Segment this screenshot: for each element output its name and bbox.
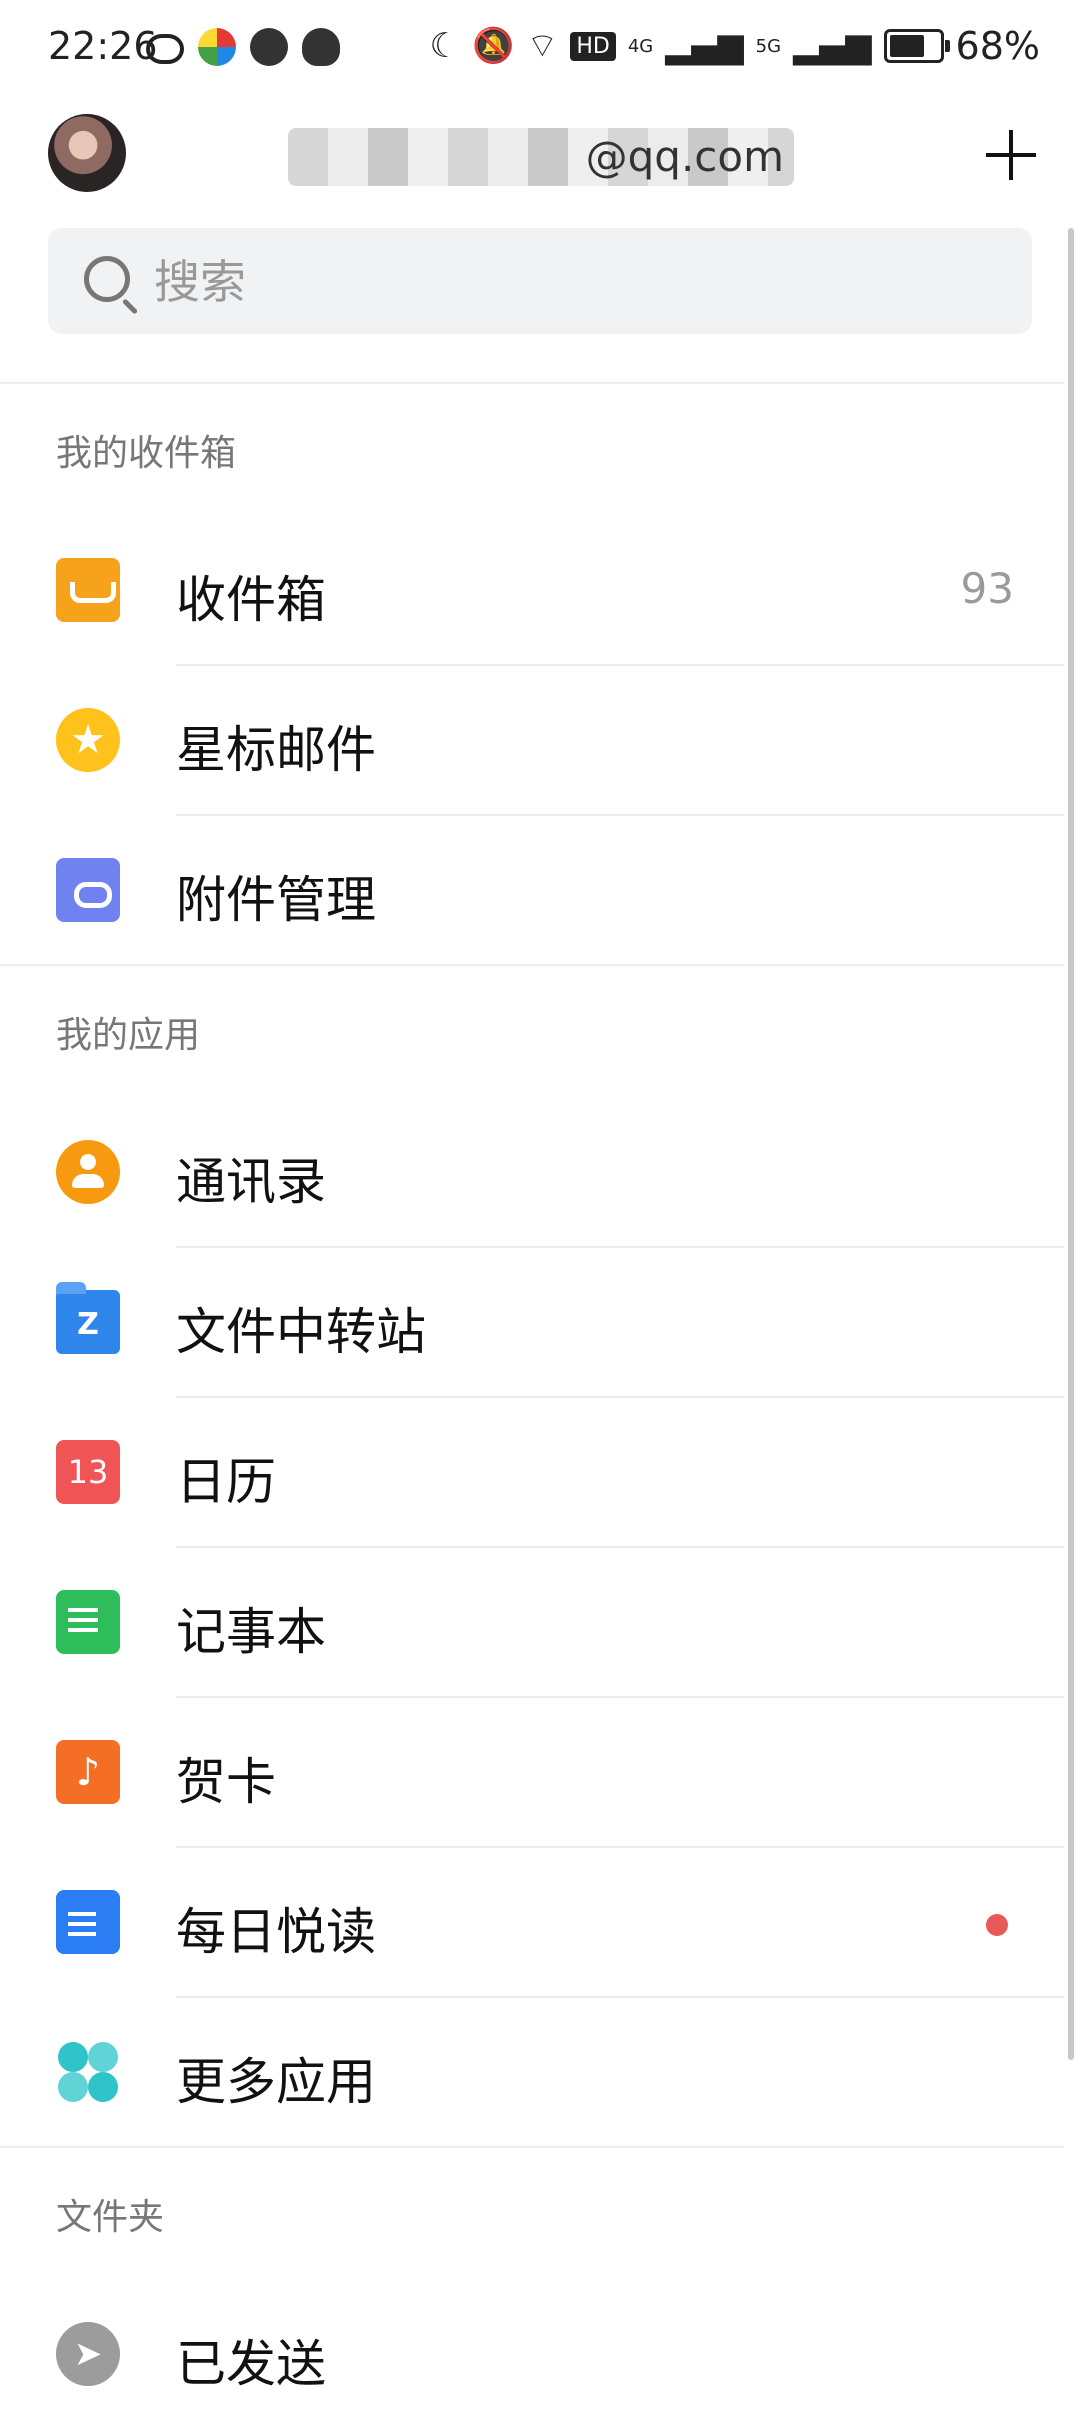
network-4g: 4G	[627, 35, 654, 57]
list-item-more-apps[interactable]: 更多应用	[0, 1998, 1064, 2148]
avatar[interactable]	[48, 114, 126, 192]
eye-icon	[146, 34, 184, 64]
signal-icon: ▂▄▆	[665, 26, 744, 66]
list-item-label: 通讯录	[176, 1153, 326, 1211]
search-input[interactable]	[152, 228, 956, 336]
status-bar: 22:26 ☾ 🔕 ⌔ HD 4G ▂▄▆ 5G ▂▄▆ 68%	[0, 0, 1080, 98]
mute-icon: 🔕	[472, 26, 515, 66]
account-email[interactable]: @qq.com	[288, 128, 794, 186]
list-item-contacts[interactable]: 通讯录	[0, 1098, 1064, 1248]
qq-icon	[302, 28, 340, 66]
status-right: ☾ 🔕 ⌔ HD 4G ▂▄▆ 5G ▂▄▆ 68%	[430, 24, 1040, 68]
wechat-icon	[250, 28, 288, 66]
list-item-calendar[interactable]: 13 日历	[0, 1398, 1064, 1548]
app-icon	[198, 28, 236, 66]
list-item-starred[interactable]: ★ 星标邮件	[0, 666, 1064, 816]
status-time: 22:26	[48, 24, 158, 68]
daily-reading-icon	[56, 1890, 120, 1954]
list-item-label: 贺卡	[176, 1753, 276, 1811]
list-item-label: 每日悦读	[176, 1903, 376, 1961]
account-header: @qq.com	[0, 110, 1080, 210]
list-item-inbox[interactable]: 收件箱 93	[0, 516, 1064, 666]
hd-badge: HD	[570, 31, 616, 61]
moon-icon: ☾	[429, 26, 461, 66]
unread-dot	[986, 1914, 1008, 1936]
file-transfer-icon: Z	[56, 1282, 120, 1354]
list-item-label: 日历	[176, 1453, 276, 1511]
list-item-label: 记事本	[176, 1603, 326, 1661]
star-icon: ★	[56, 708, 120, 772]
sent-icon: ➤	[56, 2322, 120, 2386]
list-item-label: 附件管理	[176, 871, 376, 929]
battery-percent: 68%	[955, 24, 1040, 68]
section-title-folders: 文件夹	[56, 2197, 165, 2238]
divider	[0, 382, 1064, 384]
scrollbar[interactable]	[1068, 228, 1074, 2060]
divider	[0, 964, 1064, 966]
list-item-greeting-card[interactable]: ♪ 贺卡	[0, 1698, 1064, 1848]
notification-icons	[146, 28, 340, 66]
search-bar[interactable]	[48, 228, 1032, 336]
inbox-icon	[56, 558, 120, 622]
list-item-label: 更多应用	[176, 2053, 376, 2111]
list-item-label: 收件箱	[176, 571, 326, 629]
search-icon	[84, 256, 130, 302]
list-item-label: 星标邮件	[176, 721, 376, 779]
notepad-icon	[56, 1590, 120, 1654]
more-apps-icon	[56, 2040, 120, 2104]
list-item-sent[interactable]: ➤ 已发送	[0, 2280, 1064, 2430]
unread-count: 93	[960, 564, 1014, 613]
wifi-icon: ⌔	[526, 26, 559, 66]
list-item-label: 文件中转站	[176, 1303, 426, 1361]
section-title-inbox: 我的收件箱	[56, 433, 237, 474]
divider	[0, 2146, 1064, 2148]
list-item-file-transfer[interactable]: Z 文件中转站	[0, 1248, 1064, 1398]
list-item-daily-reading[interactable]: 每日悦读	[0, 1848, 1064, 1998]
contacts-icon	[56, 1140, 120, 1204]
signal-icon: ▂▄▆	[793, 26, 872, 66]
section-title-apps: 我的应用	[56, 1015, 201, 1056]
list-item-notepad[interactable]: 记事本	[0, 1548, 1064, 1698]
battery-icon	[883, 29, 950, 63]
greeting-card-icon: ♪	[56, 1740, 120, 1804]
list-item-attachments[interactable]: 附件管理	[0, 816, 1064, 966]
list-item-label: 已发送	[176, 2335, 326, 2393]
network-5g: 5G	[755, 35, 782, 57]
add-button[interactable]	[982, 126, 1040, 184]
attachment-icon	[56, 858, 120, 922]
calendar-icon: 13	[56, 1440, 120, 1504]
